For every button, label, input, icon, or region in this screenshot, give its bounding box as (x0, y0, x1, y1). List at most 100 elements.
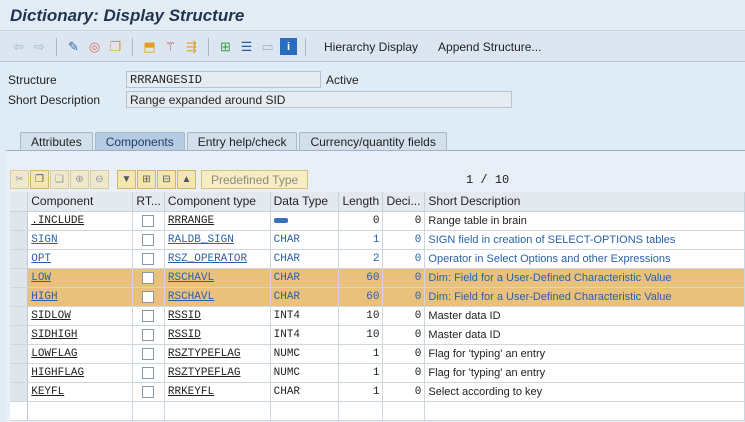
component-name[interactable]: KEYFL (31, 386, 64, 398)
select-all-cell[interactable] (10, 192, 29, 212)
component-type[interactable]: RSZTYPEFLAG (168, 367, 241, 379)
row-selector[interactable] (10, 268, 29, 288)
info-icon[interactable]: i (280, 38, 297, 55)
where-used-icon[interactable]: ⬒ (141, 38, 158, 55)
row-selector[interactable] (10, 401, 29, 421)
rt-checkbox[interactable] (142, 271, 155, 284)
length: 10 (338, 325, 384, 345)
forward-arrow-icon[interactable]: ⇨ (31, 38, 48, 55)
display-change-icon[interactable]: ✎ (65, 38, 82, 55)
object-list-icon[interactable]: ☰ (238, 38, 255, 55)
component-name[interactable]: SIGN (31, 234, 57, 246)
row-selector[interactable] (10, 230, 29, 250)
short-description-label: Short Description (8, 93, 101, 107)
cut-icon[interactable]: ✂ (10, 170, 29, 189)
structure-field[interactable]: RRRANGESID (126, 71, 321, 88)
rt-checkbox[interactable] (142, 233, 155, 246)
append-structure-button[interactable]: Append Structure... (438, 40, 541, 54)
component-type[interactable]: RALDB_SIGN (168, 234, 234, 246)
magic-wand-icon[interactable]: ⚚ (162, 38, 179, 55)
col-component-type[interactable]: Component type (164, 192, 271, 212)
include-icon (273, 217, 288, 223)
paste-icon[interactable]: ❏ (50, 170, 69, 189)
insert-row-icon[interactable]: ⊕ (70, 170, 89, 189)
col-length[interactable]: Length (338, 192, 384, 212)
rt-checkbox[interactable] (142, 328, 155, 341)
component-name[interactable]: SIDLOW (31, 310, 71, 322)
data-type: NUMC (270, 363, 340, 383)
component-name[interactable]: OPT (31, 253, 51, 265)
table-row[interactable]: LOWFLAG RSZTYPEFLAG NUMC 1 0 Flag for 't… (10, 344, 745, 364)
pager: 1 / 10 (466, 173, 509, 187)
activate-icon[interactable]: ◎ (86, 38, 103, 55)
col-data-type[interactable]: Data Type (270, 192, 340, 212)
rt-checkbox[interactable] (142, 290, 155, 303)
component-name[interactable]: .INCLUDE (31, 215, 84, 227)
table-row[interactable]: SIDLOW RSSID INT4 10 0 Master data ID (10, 306, 745, 326)
row-selector[interactable] (10, 306, 29, 326)
rt-checkbox[interactable] (142, 366, 155, 379)
row-selector[interactable] (10, 211, 29, 231)
row-selector[interactable] (10, 325, 29, 345)
col-decimals[interactable]: Deci... (382, 192, 426, 212)
table-row[interactable]: SIGN RALDB_SIGN CHAR 1 0 SIGN field in c… (10, 230, 745, 250)
row-selector[interactable] (10, 382, 29, 402)
window-title: Dictionary: Display Structure (10, 6, 245, 25)
col-rt[interactable]: RT... (132, 192, 165, 212)
short-description-field[interactable]: Range expanded around SID (126, 91, 512, 108)
component-type[interactable]: RRKEYFL (168, 386, 214, 398)
tab-attributes[interactable]: Attributes (20, 132, 93, 151)
tab-entry-help-check[interactable]: Entry help/check (186, 132, 298, 151)
collapse-icon[interactable]: ⊟ (157, 170, 176, 189)
component-type[interactable]: RSSID (168, 329, 201, 341)
back-arrow-icon[interactable]: ⇦ (10, 38, 27, 55)
row-selector[interactable] (10, 344, 29, 364)
rt-checkbox[interactable] (142, 252, 155, 265)
table-row[interactable]: OPT RSZ_OPERATOR CHAR 2 0 Operator in Se… (10, 249, 745, 269)
table-row[interactable]: SIDHIGH RSSID INT4 10 0 Master data ID (10, 325, 745, 345)
table-row[interactable]: KEYFL RRKEYFL CHAR 1 0 Select according … (10, 382, 745, 402)
component-name[interactable]: HIGH (31, 291, 57, 303)
length: 60 (338, 268, 384, 288)
predefined-type-button[interactable]: Predefined Type (201, 170, 309, 189)
rt-checkbox[interactable] (142, 385, 155, 398)
row-selector[interactable] (10, 363, 29, 383)
row-selector[interactable] (10, 287, 29, 307)
component-name[interactable]: LOWFLAG (31, 348, 77, 360)
copy-icon[interactable]: ❐ (30, 170, 49, 189)
component-type[interactable]: RSCHAVL (168, 272, 214, 284)
row-selector[interactable] (10, 249, 29, 269)
component-name[interactable]: HIGHFLAG (31, 367, 84, 379)
rt-checkbox[interactable] (142, 347, 155, 360)
table-row[interactable]: LOW RSCHAVL CHAR 60 0 Dim: Field for a U… (10, 268, 745, 288)
delete-row-icon[interactable]: ⊖ (90, 170, 109, 189)
pager-current[interactable]: 1 (466, 173, 473, 187)
component-type[interactable]: RSSID (168, 310, 201, 322)
hierarchy-icon[interactable]: ⊞ (217, 38, 234, 55)
component-type[interactable]: RSZTYPEFLAG (168, 348, 241, 360)
expand-all-icon[interactable]: ▼ (117, 170, 136, 189)
component-type[interactable]: RRRANGE (168, 215, 214, 227)
component-name[interactable]: LOW (31, 272, 51, 284)
structure-label: Structure (8, 73, 57, 87)
collapse-all-icon[interactable]: ▲ (177, 170, 196, 189)
navigate-icon[interactable]: ⇶ (183, 38, 200, 55)
component-name[interactable]: SIDHIGH (31, 329, 77, 341)
table-row[interactable]: .INCLUDE RRRANGE 0 0 Range table in brai… (10, 211, 745, 231)
rt-checkbox[interactable] (142, 309, 155, 322)
table-row[interactable]: HIGHFLAG RSZTYPEFLAG NUMC 1 0 Flag for '… (10, 363, 745, 383)
layout-icon[interactable]: ▭ (259, 38, 276, 55)
tab-currency-quantity-fields[interactable]: Currency/quantity fields (299, 132, 447, 151)
col-short-description[interactable]: Short Description (424, 192, 745, 212)
expand-icon[interactable]: ⊞ (137, 170, 156, 189)
component-type[interactable]: RSZ_OPERATOR (168, 253, 247, 265)
other-object-icon[interactable]: ❐ (107, 38, 124, 55)
hierarchy-display-button[interactable]: Hierarchy Display (324, 40, 418, 54)
tab-components[interactable]: Components (94, 132, 185, 151)
data-type: CHAR (270, 249, 340, 269)
table-row[interactable]: HIGH RSCHAVL CHAR 60 0 Dim: Field for a … (10, 287, 745, 307)
component-type[interactable]: RSCHAVL (168, 291, 214, 303)
col-component[interactable]: Component (27, 192, 134, 212)
length: 1 (338, 344, 384, 364)
rt-checkbox[interactable] (142, 214, 155, 227)
